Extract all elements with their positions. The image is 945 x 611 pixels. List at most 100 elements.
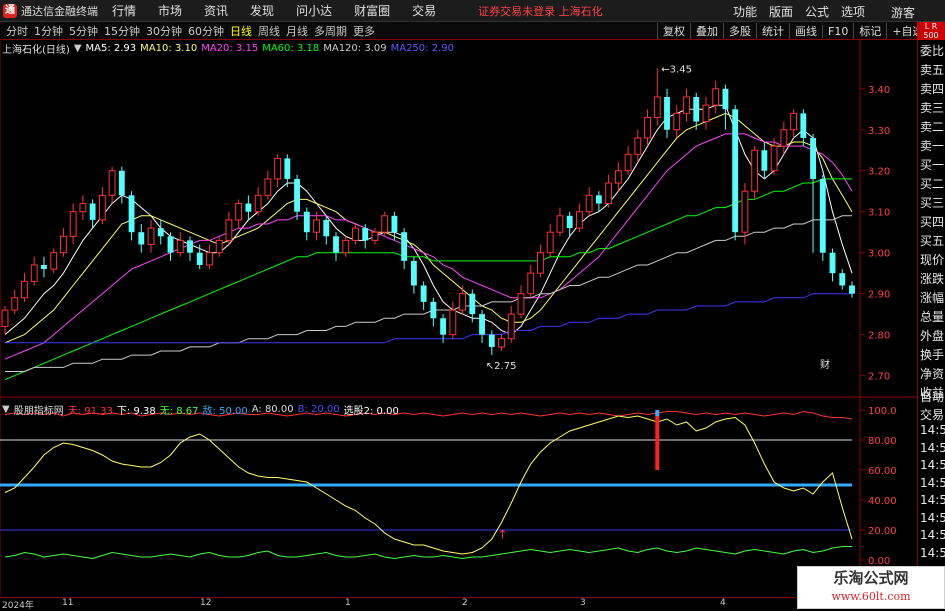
candle-body xyxy=(41,264,47,270)
indicator-legend: ▼ 股朋指标网 天: 91.33 下: 9.38 无: 8.67 敌: 50.0… xyxy=(2,402,403,417)
candle-body xyxy=(566,215,573,229)
candle-body xyxy=(634,137,642,155)
watermark-url: www.60lt.com xyxy=(831,590,911,603)
candle-body xyxy=(98,194,106,221)
price-tick-label: 2.90 xyxy=(868,290,890,301)
candle-body xyxy=(147,227,155,245)
candle-body xyxy=(59,235,67,254)
candle-body xyxy=(128,195,135,233)
candle-body xyxy=(235,203,243,221)
candle-body xyxy=(371,231,379,241)
candle-body xyxy=(810,137,816,179)
ind-tian-label: 天: 91.33 xyxy=(67,406,113,417)
finance-marker: 财 xyxy=(820,358,830,371)
candle-body xyxy=(196,252,203,265)
ind-tick-label: 80.00 xyxy=(868,436,897,447)
candle-body xyxy=(187,240,193,253)
ma60-label: MA60: 3.18 xyxy=(262,42,320,54)
candle-body xyxy=(206,252,213,266)
candle-body xyxy=(829,252,836,274)
kline-chart[interactable]: 3.40 3.30 3.20 3.10 3.00 2.90 2.80 2.70 ←3.45 ↖2.… xyxy=(0,0,945,609)
ind-xuangu-label: 选股2: 0.00 xyxy=(343,406,399,417)
ind-b-label: B: 20.00 xyxy=(297,404,340,415)
candle-body xyxy=(469,293,476,315)
watermark: 乐淘公式网 www.60lt.com xyxy=(797,566,945,609)
candle-body xyxy=(254,194,262,213)
ind-tick-label: 40.00 xyxy=(868,496,897,507)
candle-body xyxy=(440,318,447,335)
candle-body xyxy=(1,309,9,327)
indicator-toggle-icon[interactable]: ▼ xyxy=(2,404,10,415)
price-tick-label: 3.30 xyxy=(868,126,890,137)
candle-body xyxy=(479,314,485,335)
price-tick-label: 2.70 xyxy=(868,372,890,383)
candle-body xyxy=(664,96,670,130)
candle-body xyxy=(167,236,174,253)
price-tick-label: 3.20 xyxy=(868,167,890,178)
candle-body xyxy=(420,285,427,302)
buy-arrow-icon: ↑ xyxy=(498,528,508,542)
candle-body xyxy=(819,178,826,253)
candle-body xyxy=(362,228,369,241)
date-tick-label: 3 xyxy=(580,598,586,608)
signal-bar xyxy=(655,416,660,470)
date-axis: 2024年 11 12 1 2 3 4 xyxy=(0,597,917,611)
candle-body xyxy=(69,211,77,237)
ind-line-wu xyxy=(4,546,852,560)
candle-body xyxy=(342,239,350,254)
candle-body xyxy=(585,194,593,213)
candle-body xyxy=(751,149,759,192)
candle-body xyxy=(800,113,807,138)
candle-body xyxy=(352,227,359,241)
candle-body xyxy=(245,203,252,212)
candle-body xyxy=(176,239,184,254)
ind-tick-label: 100.0 xyxy=(868,406,897,417)
candle-body xyxy=(683,96,690,114)
candle-body xyxy=(333,236,339,253)
candle-body xyxy=(264,178,272,196)
candle-body xyxy=(741,190,749,233)
ma5-label: MA5: 2.93 xyxy=(85,42,137,54)
ma120-label: MA120: 3.09 xyxy=(323,42,387,54)
ma250-label: MA250: 2.90 xyxy=(390,42,454,54)
candle-body xyxy=(30,264,38,282)
candle-body xyxy=(157,228,164,237)
candle-body xyxy=(323,219,330,237)
candle-body xyxy=(430,301,437,319)
candle-body xyxy=(50,252,58,270)
ind-wu-label: 无: 8.67 xyxy=(159,406,199,417)
price-tick-label: 3.40 xyxy=(868,85,890,96)
candle-body xyxy=(294,178,300,212)
candle-body xyxy=(108,170,116,196)
candle-body xyxy=(770,145,778,172)
candle-body xyxy=(780,129,788,147)
candle-body xyxy=(215,239,223,254)
stock-name: 上海石化(日线) xyxy=(2,44,70,56)
candle-body xyxy=(517,293,525,315)
ind-di-label: 敌: 50.00 xyxy=(202,406,248,417)
ind-tick-label: 60.00 xyxy=(868,466,897,477)
watermark-title: 乐淘公式网 xyxy=(833,569,909,587)
candle-body xyxy=(498,338,505,348)
candle-body xyxy=(381,215,389,233)
ind-tick-label: 20.00 xyxy=(868,526,897,537)
candle-body xyxy=(761,150,768,171)
ma-legend: 上海石化(日线) ▼ MA5: 2.93 MA10: 3.10 MA20: 3.… xyxy=(2,41,458,56)
date-tick-label: 12 xyxy=(200,598,212,608)
candle-body xyxy=(527,272,535,295)
candle-body xyxy=(673,112,681,131)
indicator-name[interactable]: 股朋指标网 xyxy=(14,402,64,417)
price-tick-label: 3.00 xyxy=(868,249,890,260)
candle-body xyxy=(849,285,855,294)
candle-body xyxy=(89,203,96,220)
ind-a-label: A: 80.00 xyxy=(251,404,294,415)
candle-body xyxy=(488,334,495,347)
candle-body xyxy=(712,88,720,106)
candle-body xyxy=(624,153,632,172)
ma-toggle-icon[interactable]: ▼ xyxy=(74,43,82,54)
candle-body xyxy=(449,309,457,336)
price-tick-label: 2.80 xyxy=(868,331,890,342)
candle-body xyxy=(537,252,544,274)
candle-body xyxy=(313,219,320,233)
date-tick-label: 4 xyxy=(720,598,726,608)
